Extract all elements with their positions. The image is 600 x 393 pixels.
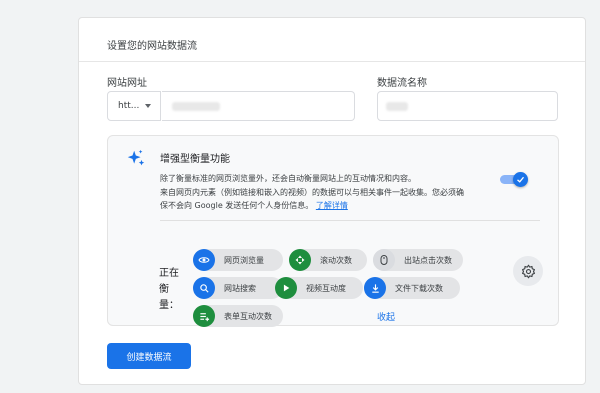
form-icon bbox=[193, 305, 215, 327]
enhanced-title: 增强型衡量功能 bbox=[160, 154, 230, 165]
event-chip-scrolls[interactable]: 滚动次数 bbox=[289, 249, 367, 271]
event-chip-page-views[interactable]: 网页浏览量 bbox=[193, 249, 283, 271]
play-icon bbox=[275, 277, 297, 299]
search-icon bbox=[193, 277, 215, 299]
mouse-icon bbox=[373, 249, 395, 271]
enhanced-measurement-panel: 增强型衡量功能 除了衡量标准的网页浏览量外，还会自动衡量网站上的互动情况和内容。… bbox=[107, 135, 559, 327]
check-icon bbox=[517, 176, 525, 183]
event-chip-form-interactions[interactable]: 表单互动次数 bbox=[193, 305, 283, 327]
website-url-input[interactable] bbox=[162, 91, 355, 121]
title-divider bbox=[79, 61, 585, 62]
stream-name-input[interactable] bbox=[377, 91, 558, 121]
event-label: 网站搜索 bbox=[224, 283, 256, 293]
learn-more-link[interactable]: 了解详情 bbox=[316, 201, 348, 210]
stream-setup-card: 设置您的网站数据流 网站网址 htt... 数据流名称 增强型衡量功能 除了衡量… bbox=[78, 17, 586, 385]
event-label: 文件下载次数 bbox=[395, 283, 443, 293]
desc-line-3: 保不会向 Google 发送任何个人身份信息。 bbox=[160, 201, 314, 210]
measuring-label: 正在衡量： bbox=[159, 268, 179, 311]
redacted-name bbox=[386, 102, 408, 111]
download-icon bbox=[364, 277, 386, 299]
enhanced-description: 除了衡量标准的网页浏览量外，还会自动衡量网站上的互动情况和内容。 来自网页内元素… bbox=[160, 172, 500, 213]
panel-divider bbox=[160, 220, 540, 221]
event-label: 网页浏览量 bbox=[224, 255, 264, 265]
event-chip-outbound-clicks[interactable]: 出站点击次数 bbox=[373, 249, 463, 271]
create-stream-button[interactable]: 创建数据流 bbox=[107, 343, 191, 369]
event-chip-site-search[interactable]: 网站搜索 bbox=[193, 277, 283, 299]
redacted-url bbox=[172, 102, 220, 111]
event-label: 出站点击次数 bbox=[404, 255, 452, 265]
protocol-select[interactable]: htt... bbox=[107, 91, 161, 121]
event-chip-file-downloads[interactable]: 文件下载次数 bbox=[364, 277, 460, 299]
event-chip-video-engagement[interactable]: 视频互动度 bbox=[275, 277, 363, 299]
protocol-value: htt... bbox=[118, 101, 140, 111]
enhanced-toggle[interactable] bbox=[500, 172, 528, 187]
sparkle-icon bbox=[127, 149, 145, 166]
card-title: 设置您的网站数据流 bbox=[107, 41, 197, 52]
event-label: 滚动次数 bbox=[320, 255, 352, 265]
website-url-label: 网站网址 bbox=[107, 78, 147, 89]
toggle-knob bbox=[513, 172, 528, 187]
settings-button[interactable] bbox=[513, 256, 543, 286]
chevron-down-icon bbox=[145, 104, 152, 108]
scroll-icon bbox=[289, 249, 311, 271]
collapse-link[interactable]: 收起 bbox=[377, 310, 395, 323]
gear-icon bbox=[521, 264, 535, 278]
event-label: 表单互动次数 bbox=[224, 311, 272, 321]
stream-name-label: 数据流名称 bbox=[377, 78, 427, 89]
desc-line-1: 除了衡量标准的网页浏览量外，还会自动衡量网站上的互动情况和内容。 bbox=[160, 174, 416, 183]
event-label: 视频互动度 bbox=[306, 283, 346, 293]
desc-line-2: 来自网页内元素（例如链接和嵌入的视频）的数据可以与相关事件一起收集。您必须确 bbox=[160, 187, 464, 197]
eye-icon bbox=[193, 249, 215, 271]
